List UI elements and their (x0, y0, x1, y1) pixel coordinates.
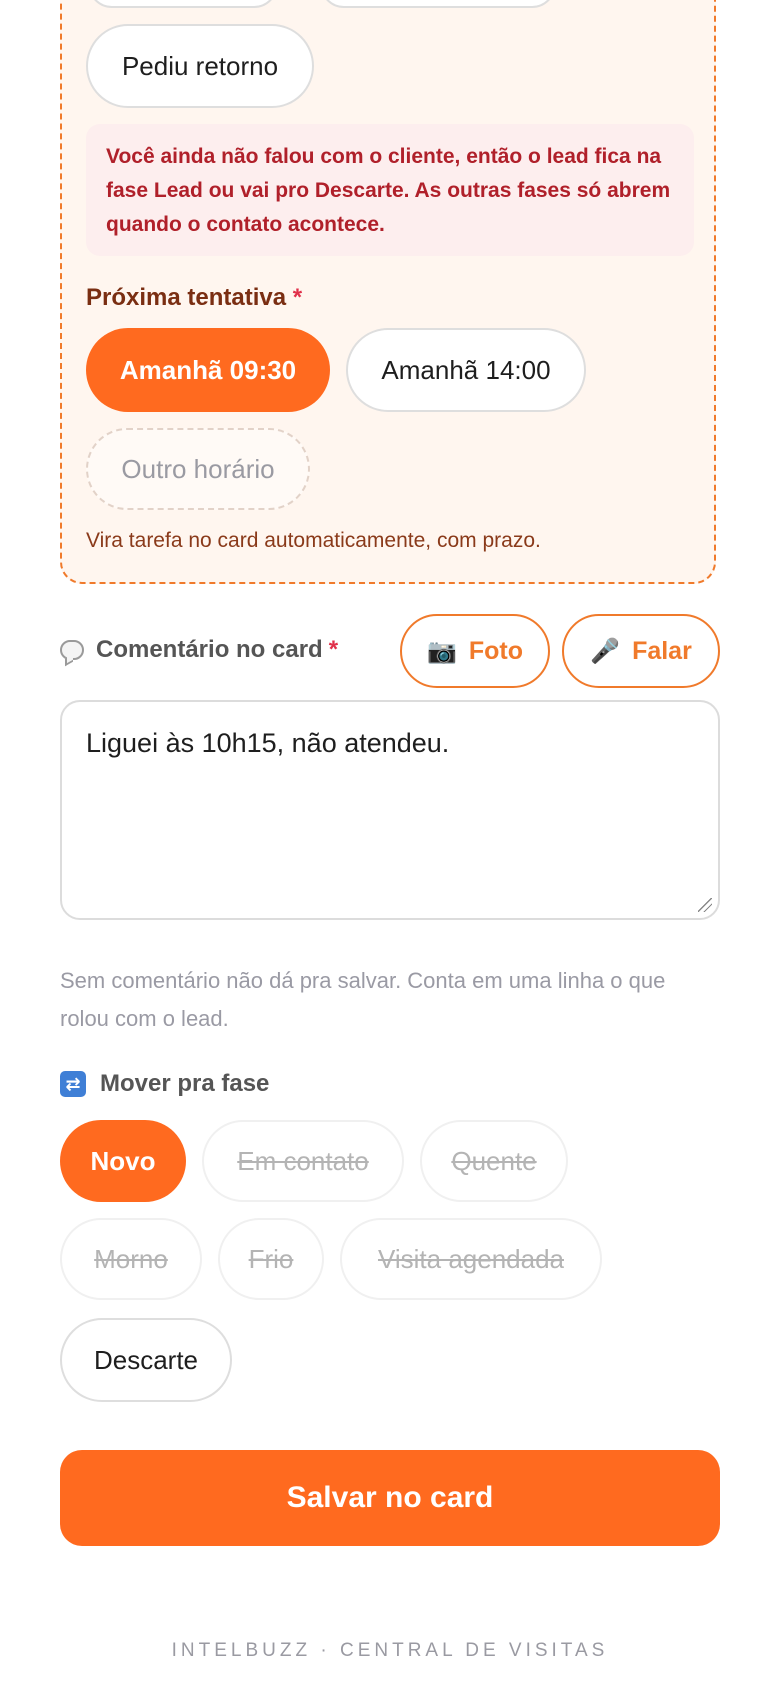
slot-tomorrow-1400[interactable]: Amanhã 14:00 (346, 328, 586, 412)
slot-other-time[interactable]: Outro horário (86, 428, 310, 510)
camera-icon: 📷 (426, 637, 457, 665)
reason-option-partial-2[interactable] (320, 0, 556, 8)
reason-option-partial-1[interactable] (88, 0, 278, 8)
comment-textarea[interactable]: Liguei às 10h15, não atendeu. (60, 700, 720, 920)
slot-tomorrow-0930[interactable]: Amanhã 09:30 (86, 328, 330, 412)
chat-bubble-icon (60, 640, 84, 660)
stage-novo[interactable]: Novo (60, 1120, 186, 1202)
comment-text: Liguei às 10h15, não atendeu. (86, 728, 450, 758)
footer-brand: INTELBUZZ · CENTRAL DE VISITAS (171, 1640, 609, 1661)
comment-label: Comentário no card * (60, 636, 338, 664)
screen: Pediu retorno Você ainda não falou com o… (0, 0, 780, 1688)
required-mark: * (292, 284, 303, 311)
move-stage-label: ⇄ Mover pra fase (60, 1070, 269, 1098)
speak-button[interactable]: 🎤 Falar (562, 614, 720, 688)
comment-hint: Sem comentário não dá pra salvar. Conta … (60, 968, 666, 1031)
stage-quente: Quente (420, 1120, 568, 1202)
required-mark: * (328, 636, 339, 663)
next-attempt-hint: Vira tarefa no card automaticamente, com… (86, 529, 541, 552)
reason-option-callback[interactable]: Pediu retorno (86, 24, 314, 108)
stage-frio: Frio (218, 1218, 324, 1300)
stage-morno: Morno (60, 1218, 202, 1300)
stage-visita-agendada: Visita agendada (340, 1218, 602, 1300)
microphone-icon: 🎤 (590, 637, 621, 665)
next-attempt-label: Próxima tentativa * (86, 284, 303, 311)
stage-descarte[interactable]: Descarte (60, 1318, 232, 1402)
stage-em-contato: Em contato (202, 1120, 404, 1202)
shuffle-icon: ⇄ (60, 1071, 86, 1097)
no-contact-warning: Você ainda não falou com o cliente, entã… (86, 124, 694, 256)
resize-handle[interactable] (698, 898, 712, 912)
photo-button[interactable]: 📷 Foto (400, 614, 550, 688)
save-button[interactable]: Salvar no card (60, 1450, 720, 1546)
